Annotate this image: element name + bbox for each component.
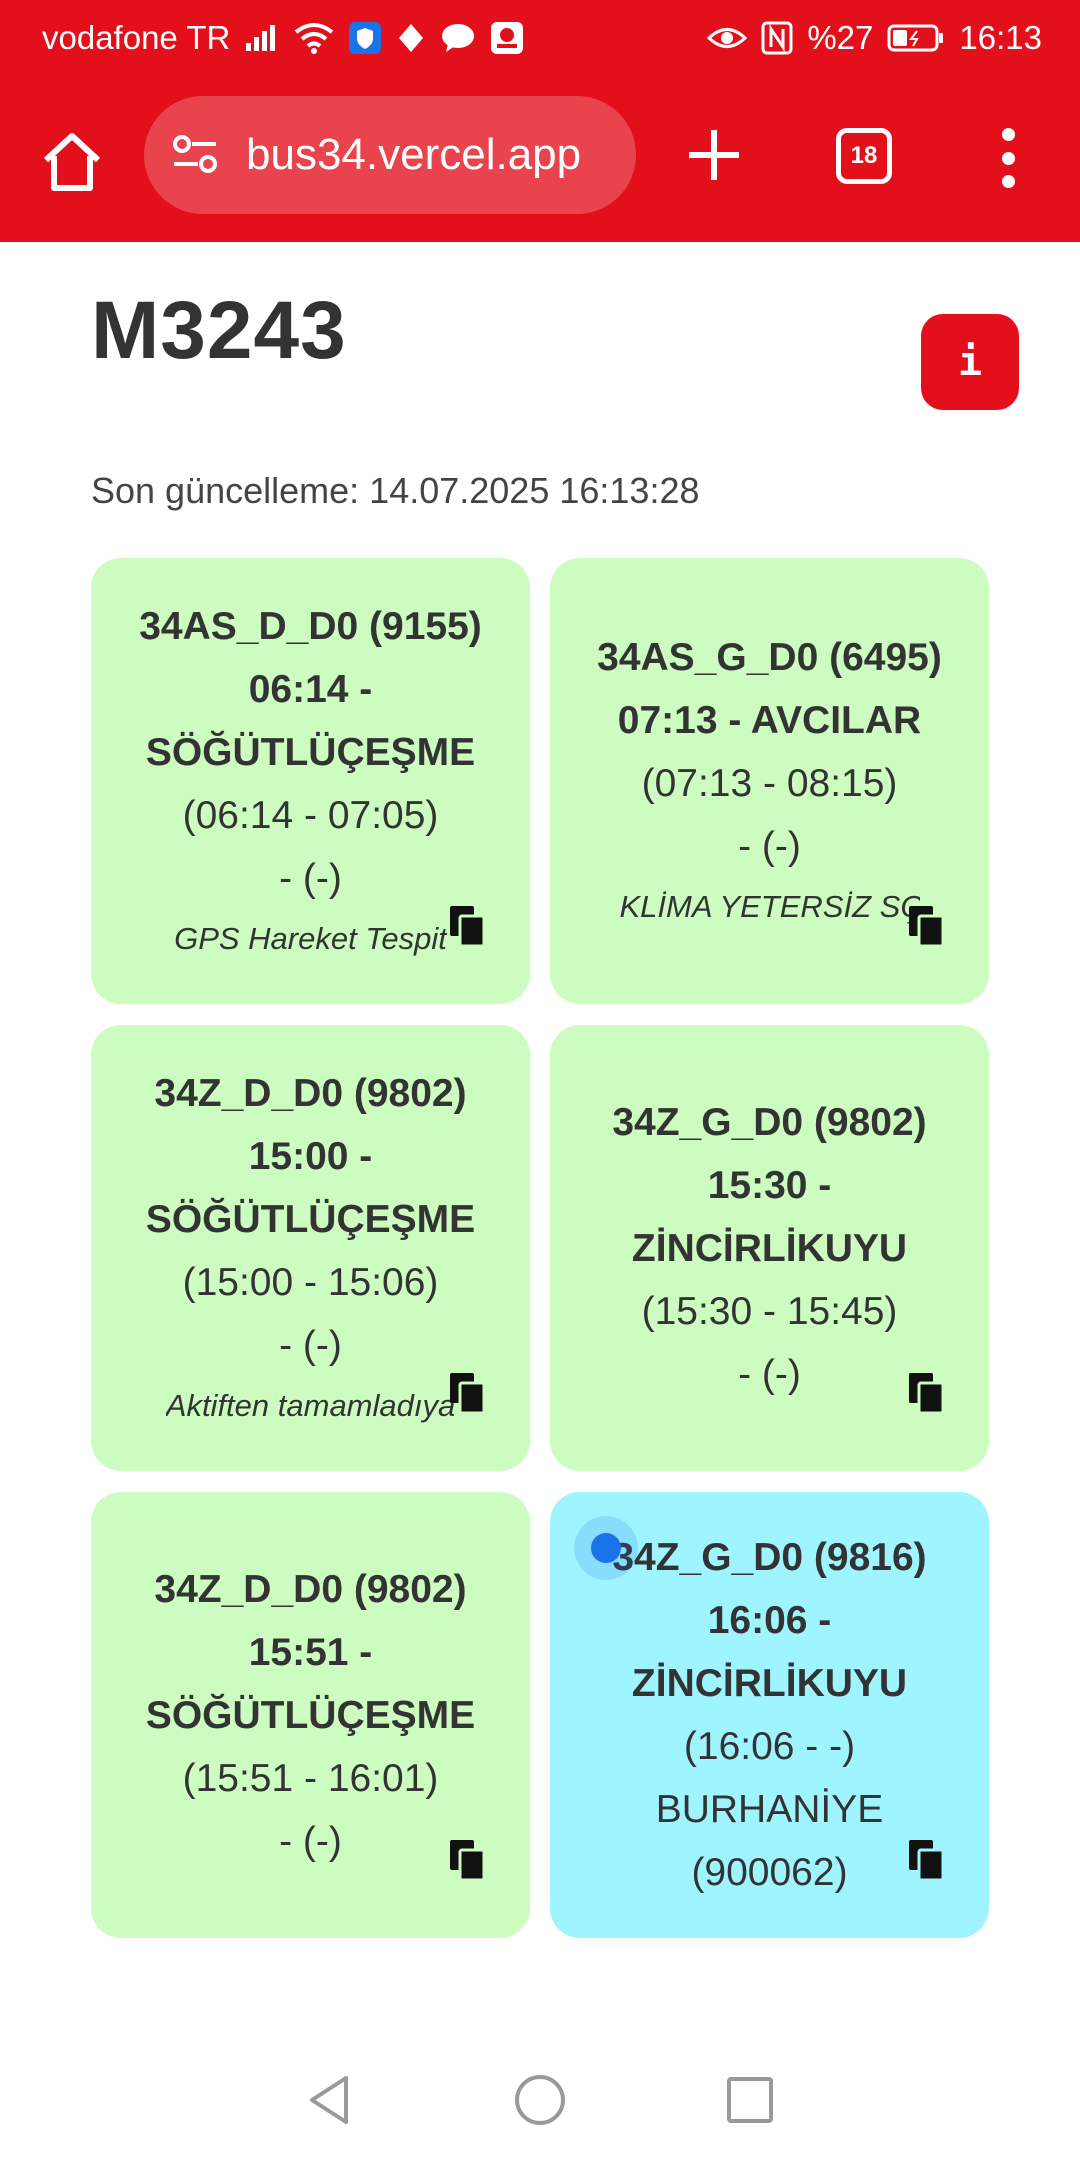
battery-percent: %27 (807, 19, 874, 56)
trip-times: (15:30 - 15:45) (641, 1289, 898, 1333)
trip-destination: SÖĞÜTLÜÇEŞME (145, 1197, 476, 1241)
trip-extra: - (-) (738, 825, 801, 868)
trip-depart: 07:13 - AVCILAR (617, 699, 922, 742)
trip-times: (16:06 - -) (683, 1725, 856, 1768)
copy-icon[interactable] (448, 1838, 488, 1882)
signal-icon (244, 21, 280, 55)
trip-note: Aktiften tamamladıya (165, 1387, 456, 1423)
info-button[interactable]: i (921, 314, 1019, 410)
live-location-icon (574, 1516, 638, 1580)
trip-depart: 15:00 - (248, 1134, 373, 1178)
home-nav-icon[interactable] (510, 2070, 570, 2130)
menu-dot-icon (1001, 175, 1015, 188)
system-nav-bar (0, 2040, 1080, 2160)
trip-depart: 16:06 - (707, 1599, 832, 1642)
trip-times: (07:13 - 08:15) (641, 762, 898, 805)
more-menu-button[interactable] (990, 128, 1026, 188)
trip-extra: - (-) (738, 1352, 801, 1396)
trip-card[interactable]: 34Z_G_D0 (9802) 15:30 - ZİNCİRLİKUYU (15… (550, 1025, 989, 1471)
trip-stop-code: (900062) (691, 1851, 848, 1894)
trip-note: GPS Hareket Tespit (174, 920, 447, 956)
trip-destination: SÖĞÜTLÜÇEŞME (145, 730, 476, 774)
new-tab-button[interactable] (685, 121, 743, 189)
trip-route: 34AS_D_D0 (9155) (139, 604, 482, 648)
trip-route: 34Z_G_D0 (9816) (612, 1536, 927, 1579)
carrier-label: vodafone TR (42, 19, 231, 56)
trip-card[interactable]: 34AS_D_D0 (9155) 06:14 - SÖĞÜTLÜÇEŞME (0… (91, 558, 530, 1004)
battery-icon (887, 21, 945, 55)
copy-icon[interactable] (448, 904, 488, 948)
url-bar[interactable]: bus34.vercel.app (144, 96, 636, 214)
status-bar: vodafone TR %27 16:13 (0, 0, 1080, 76)
plus-icon (689, 130, 739, 180)
copy-icon[interactable] (448, 1371, 488, 1415)
url-text: bus34.vercel.app (246, 130, 582, 179)
menu-dot-icon (1001, 128, 1015, 141)
trip-card[interactable]: 34AS_G_D0 (6495) 07:13 - AVCILAR (07:13 … (550, 558, 989, 1004)
site-settings-icon[interactable] (170, 130, 220, 180)
recents-icon[interactable] (720, 2070, 780, 2130)
shield-app-icon (348, 21, 382, 55)
back-icon[interactable] (300, 2070, 360, 2130)
nfc-icon (761, 21, 793, 55)
copy-icon[interactable] (907, 1371, 947, 1415)
trip-times: (15:00 - 15:06) (182, 1260, 439, 1304)
trip-route: 34Z_G_D0 (9802) (612, 1100, 927, 1144)
trip-times: (15:51 - 16:01) (182, 1756, 439, 1800)
trip-destination: SÖĞÜTLÜÇEŞME (145, 1693, 476, 1737)
copy-icon[interactable] (907, 1838, 947, 1882)
app-badge-icon (490, 21, 524, 55)
trip-times: (06:14 - 07:05) (182, 793, 439, 837)
trip-stop: BURHANİYE (655, 1788, 884, 1831)
menu-dot-icon (1001, 151, 1015, 165)
trip-route: 34Z_D_D0 (9802) (154, 1567, 467, 1611)
trip-card[interactable]: 34Z_D_D0 (9802) 15:51 - SÖĞÜTLÜÇEŞME (15… (91, 1492, 530, 1938)
last-updated: Son güncelleme: 14.07.2025 16:13:28 (91, 470, 700, 511)
trip-route: 34Z_D_D0 (9802) (154, 1071, 467, 1115)
trip-card[interactable]: 34Z_D_D0 (9802) 15:00 - SÖĞÜTLÜÇEŞME (15… (91, 1025, 530, 1471)
home-button[interactable] (38, 128, 106, 196)
trip-extra: - (-) (279, 856, 342, 900)
trip-card-active[interactable]: 34Z_G_D0 (9816) 16:06 - ZİNCİRLİKUYU (16… (550, 1492, 989, 1938)
clock: 16:13 (959, 19, 1042, 56)
trip-note: KLİMA YETERSİZ SÇM (619, 889, 920, 924)
trip-route: 34AS_G_D0 (6495) (597, 636, 942, 679)
page-title: M3243 (91, 285, 347, 376)
trip-depart: 15:30 - (707, 1163, 832, 1207)
tab-switcher-button[interactable]: 18 (836, 128, 892, 184)
eye-icon (707, 21, 748, 55)
trip-extra: - (-) (279, 1323, 342, 1367)
diamond-app-icon (396, 21, 426, 55)
trip-destination: ZİNCİRLİKUYU (631, 1226, 908, 1270)
trip-depart: 06:14 - (248, 667, 373, 711)
wifi-icon (294, 21, 334, 55)
home-icon (43, 133, 101, 191)
trip-destination: ZİNCİRLİKUYU (631, 1662, 908, 1705)
browser-toolbar: bus34.vercel.app 18 (0, 76, 1080, 242)
chat-icon (440, 21, 476, 55)
copy-icon[interactable] (907, 904, 947, 948)
trip-extra: - (-) (279, 1819, 342, 1863)
trip-depart: 15:51 - (248, 1630, 373, 1674)
